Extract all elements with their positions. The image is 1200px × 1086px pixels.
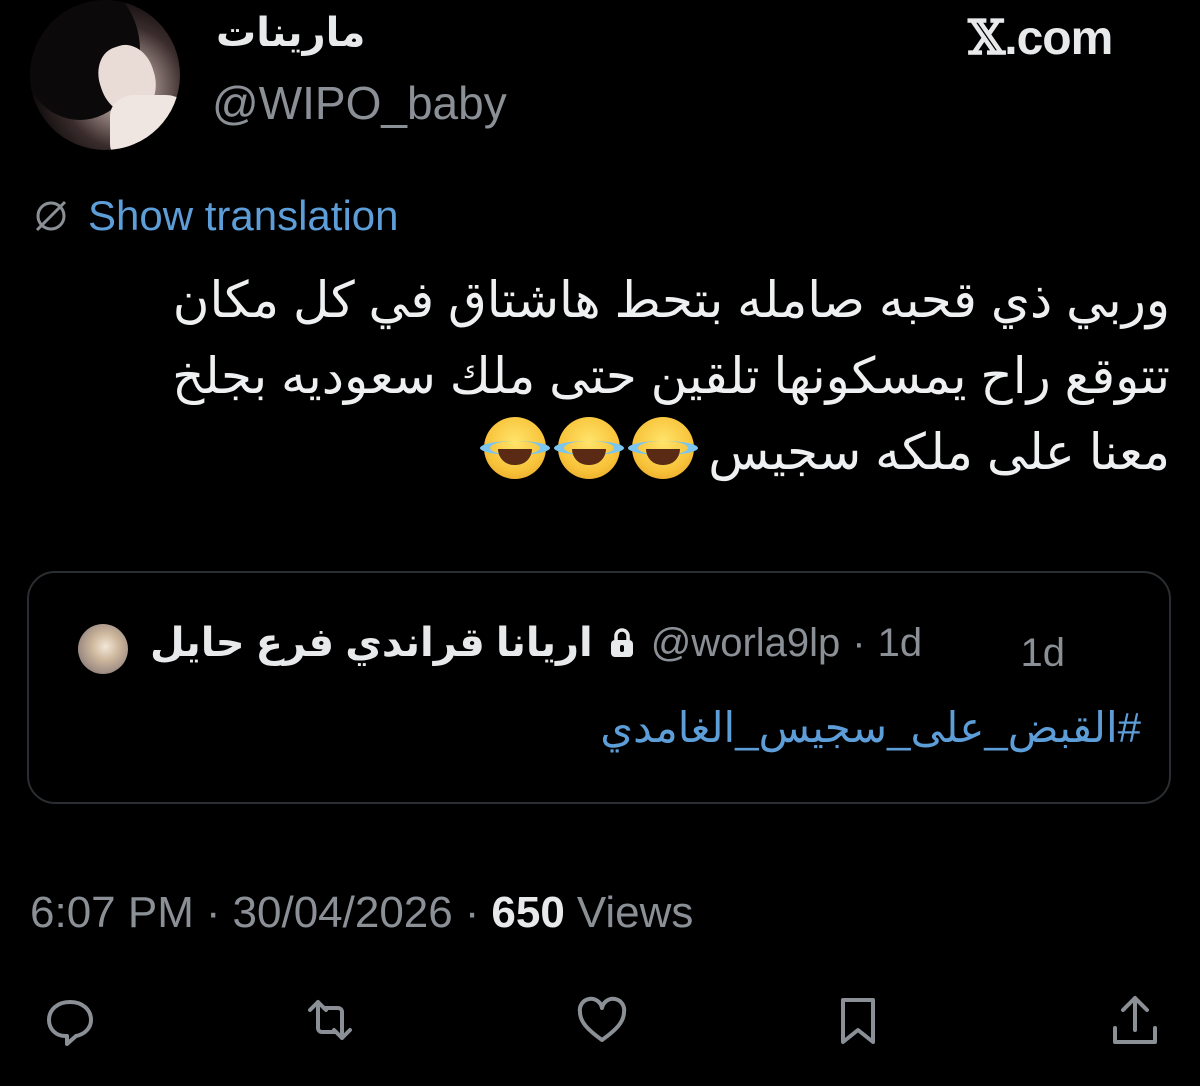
bookmark-icon [841, 998, 875, 1044]
bookmark-button[interactable] [828, 990, 888, 1050]
quoted-tweet-author-row: اريانا قراندي فرع حايل @worla9lp · 1d [150, 620, 922, 666]
tweet-date: 30/04/2026 [232, 888, 453, 937]
author-handle[interactable]: @WIPO_baby [212, 76, 507, 130]
globe-slash-icon [35, 200, 67, 232]
quoted-tweet-time: 1d [1020, 631, 1066, 675]
views-count[interactable]: 650 [491, 888, 564, 938]
tweet-action-bar [0, 990, 1200, 1060]
reply-icon [47, 1000, 93, 1046]
author-name[interactable]: مارينات [216, 10, 516, 56]
tweet-meta: 6:07 PM · 30/04/2026 · 650 Views [30, 888, 693, 938]
quoted-tweet-avatar[interactable] [78, 624, 128, 674]
like-button[interactable] [572, 990, 632, 1050]
site-logo-text: .com [1004, 12, 1113, 65]
laughing-emoji-icon [480, 417, 551, 479]
lock-icon [610, 628, 633, 657]
views-label: Views [576, 888, 694, 937]
laughing-emoji-icon [628, 417, 699, 479]
tweet-time: 6:07 PM [30, 888, 194, 937]
tweet-text: وربي ذي قحبه صامله بتحط هاشتاق في كل مكا… [30, 262, 1170, 490]
quoted-tweet-header: 1d [1021, 631, 1066, 676]
separator-dot: · [464, 888, 480, 937]
tweet-line: تتوقع راح يمسكونها تلقين حتى ملك سعوديه … [172, 348, 1170, 404]
x-logo-icon: 𝕏 [968, 10, 1005, 66]
share-button[interactable] [1105, 990, 1165, 1050]
author-avatar[interactable] [30, 0, 180, 150]
retweet-button[interactable] [300, 990, 360, 1050]
tweet-line-text: معنا على ملكه سجيس [708, 424, 1170, 480]
quoted-tweet-author-name[interactable]: اريانا قراندي فرع حايل [150, 620, 593, 666]
show-translation-link[interactable]: Show translation [88, 192, 399, 240]
retweet-icon [308, 1000, 352, 1040]
separator-dot: · [852, 620, 866, 665]
like-icon [577, 996, 627, 1042]
tweet-line: معنا على ملكه سجيس [30, 414, 1170, 490]
separator-dot: · [205, 888, 221, 937]
tweet-line: وربي ذي قحبه صامله بتحط هاشتاق في كل مكا… [172, 272, 1170, 328]
quoted-tweet-card[interactable]: 1d #القبض_على_سجيس_الغامدي [27, 571, 1171, 804]
reply-button[interactable] [40, 990, 100, 1050]
quoted-tweet-handle[interactable]: @worla9lp [651, 621, 841, 666]
site-logo: 𝕏.com [968, 10, 1113, 66]
laughing-emoji-icon [554, 417, 625, 479]
share-icon [1113, 996, 1157, 1044]
show-translation-row[interactable]: Show translation [30, 192, 399, 240]
quoted-tweet-time: 1d [877, 620, 923, 665]
quoted-tweet-hashtag[interactable]: #القبض_على_سجيس_الغامدي [600, 703, 1141, 752]
